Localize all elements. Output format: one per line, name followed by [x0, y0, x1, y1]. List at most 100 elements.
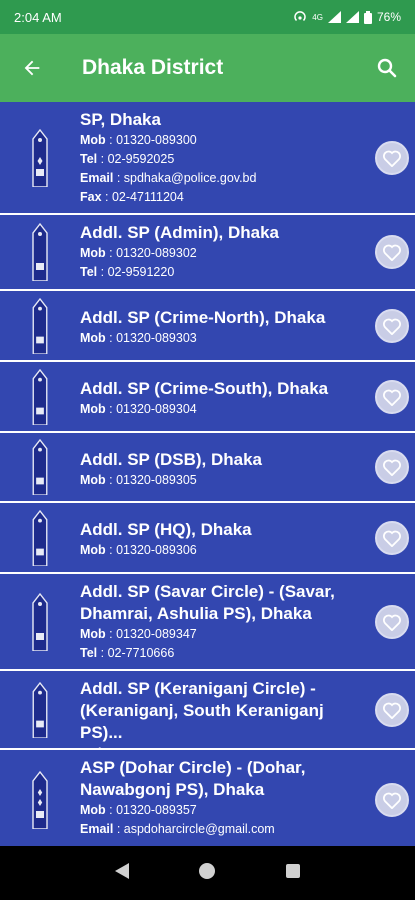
heart-icon	[382, 318, 402, 335]
sep: :	[105, 133, 117, 147]
rank-badge	[0, 291, 80, 360]
mobile-line[interactable]: Mob : 01320-089302	[80, 244, 365, 263]
mob-value: 01320-089300	[116, 133, 197, 147]
list-item[interactable]: SP, Dhaka Mob : 01320-089300 Tel : 02-95…	[0, 102, 415, 215]
contact-title: ASP (Dohar Circle) - (Dohar, Nawabgonj P…	[80, 758, 306, 799]
list-item[interactable]: Addl. SP (Crime-North), Dhaka Mob : 0132…	[0, 291, 415, 362]
mob-value: 01320-089357	[116, 803, 197, 817]
rank-insignia-icon	[32, 592, 48, 651]
email-label: Email	[80, 822, 114, 836]
rank-badge	[0, 102, 80, 213]
contact-title: Addl. SP (Savar Circle) - (Savar, Dhamra…	[80, 582, 335, 623]
favorite-button[interactable]	[375, 379, 409, 414]
sep: :	[113, 822, 124, 836]
favorite-button[interactable]	[375, 450, 409, 484]
favorite-button[interactable]	[375, 783, 409, 817]
triangle-back-icon	[115, 862, 130, 879]
favorite-button[interactable]	[375, 140, 409, 175]
email-line[interactable]: Email : spdhaka@police.gov.bd	[80, 169, 365, 188]
mob-value: 01320-089305	[116, 473, 197, 487]
system-nav-bar	[0, 846, 415, 900]
nav-back-button[interactable]	[114, 862, 130, 885]
rank-insignia-icon	[32, 681, 48, 738]
rank-insignia-icon	[32, 223, 48, 281]
contact-title: SP, Dhaka	[80, 110, 161, 129]
favorite-button[interactable]	[375, 308, 409, 343]
sep: :	[113, 171, 124, 185]
email-line[interactable]: Email : aspdoharcircle@gmail.com	[80, 820, 365, 839]
rank-insignia-icon	[32, 771, 48, 829]
email-value: spdhaka@police.gov.bd	[123, 171, 257, 185]
rank-insignia-icon	[32, 509, 48, 566]
favorite-button[interactable]	[375, 692, 409, 727]
tel-label: Tel	[80, 265, 98, 279]
heart-icon	[382, 530, 402, 547]
app-bar: Dhaka District	[0, 34, 415, 102]
list-item[interactable]: Addl. SP (DSB), Dhaka Mob : 01320-089305	[0, 433, 415, 503]
sep: :	[105, 803, 117, 817]
favorite-button[interactable]	[375, 520, 409, 555]
network-type: 4G	[312, 12, 323, 22]
favorite-button[interactable]	[375, 235, 409, 269]
search-icon	[377, 58, 397, 78]
sep: :	[97, 265, 108, 279]
list-item[interactable]: Addl. SP (Crime-South), Dhaka Mob : 0132…	[0, 362, 415, 433]
heart-icon	[382, 614, 402, 631]
rank-badge	[0, 750, 80, 846]
list-item[interactable]: Addl. SP (Admin), Dhaka Mob : 01320-0893…	[0, 215, 415, 291]
telephone-line[interactable]: Tel : 02-7710666	[80, 644, 365, 663]
favorite-button[interactable]	[375, 604, 409, 639]
mobile-line[interactable]: Mob : 01320-089347	[80, 625, 365, 644]
fax-label: Fax	[80, 190, 102, 204]
fax-line[interactable]: Fax : 02-47111204	[80, 188, 365, 207]
mobile-line[interactable]: Mob : 01320-089305	[80, 471, 365, 490]
contact-list[interactable]: SP, Dhaka Mob : 01320-089300 Tel : 02-95…	[0, 102, 415, 846]
mob-label: Mob	[80, 627, 106, 641]
heart-icon	[382, 459, 402, 476]
battery-level: 76%	[376, 10, 401, 24]
tel-value: 02-7710666	[107, 646, 175, 660]
sep: :	[105, 331, 117, 345]
mobile-line[interactable]: Mob : 01320-089303	[80, 329, 365, 348]
mob-value: 01320-089302	[116, 246, 197, 260]
list-item[interactable]: Addl. SP (HQ), Dhaka Mob : 01320-089306	[0, 503, 415, 574]
nav-home-button[interactable]	[198, 862, 216, 885]
list-item[interactable]: ASP (Dohar Circle) - (Dohar, Nawabgonj P…	[0, 750, 415, 846]
search-button[interactable]	[359, 34, 415, 102]
battery-icon	[363, 10, 372, 24]
sep: :	[105, 402, 117, 416]
mob-label: Mob	[80, 402, 106, 416]
mobile-line[interactable]: Mob : 01320-089357	[80, 801, 365, 820]
list-item[interactable]: Addl. SP (Savar Circle) - (Savar, Dhamra…	[0, 574, 415, 671]
telephone-line[interactable]: Tel : 02-9591220	[80, 263, 365, 282]
mob-label: Mob	[80, 473, 106, 487]
contact-title: Addl. SP (Keraniganj Circle) - (Keraniga…	[80, 679, 324, 742]
signal-icon	[327, 11, 341, 23]
tel-value: 02-9591220	[107, 265, 175, 279]
heart-icon	[382, 244, 402, 261]
page-title: Dhaka District	[82, 56, 224, 79]
rank-badge	[0, 503, 80, 572]
mob-label: Mob	[80, 543, 106, 557]
heart-icon	[382, 792, 402, 809]
mobile-line[interactable]: Mob : 01320-089300	[80, 131, 365, 150]
list-item[interactable]: Addl. SP (Keraniganj Circle) - (Keraniga…	[0, 671, 415, 760]
mob-label: Mob	[80, 331, 106, 345]
sep: :	[105, 473, 117, 487]
mobile-line[interactable]: Mob : 01320-089306	[80, 541, 365, 560]
mob-label: Mob	[80, 133, 106, 147]
rank-insignia-icon	[32, 128, 48, 187]
telephone-line[interactable]: Tel : 02-9592025	[80, 150, 365, 169]
heart-icon	[382, 702, 402, 719]
status-time: 2:04 AM	[14, 9, 62, 25]
rank-badge	[0, 215, 80, 289]
status-icons: 4G 76%	[293, 10, 401, 24]
sep: :	[97, 646, 108, 660]
mobile-line[interactable]: Mob : 01320-089304	[80, 400, 365, 419]
back-button[interactable]	[0, 34, 60, 102]
mob-value: 01320-089347	[116, 627, 197, 641]
mob-value: 01320-089304	[116, 402, 197, 416]
heart-icon	[382, 150, 402, 167]
mob-value: 01320-089306	[116, 543, 197, 557]
nav-recents-button[interactable]	[285, 863, 301, 884]
